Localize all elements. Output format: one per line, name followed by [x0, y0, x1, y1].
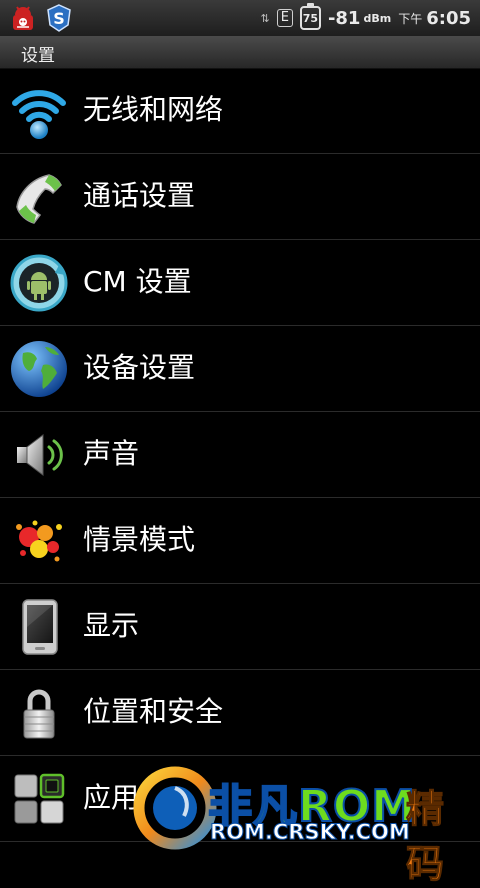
settings-item-display[interactable]: 显示 [0, 584, 480, 670]
clock-ampm: 下午 [398, 11, 423, 26]
speaker-icon [17, 434, 63, 476]
signal-unit: dBm [363, 11, 392, 25]
settings-item-call[interactable]: 通话设置 [0, 154, 480, 240]
paint-splash-icon [16, 520, 62, 562]
settings-item-label: 情景模式 [83, 523, 196, 556]
page-title: 设置 [21, 46, 55, 66]
status-bar: S ⇅ E 75 -81 dBm 下午 6:05 [0, 0, 480, 36]
title-bar: 设置 [0, 36, 480, 69]
phone-handset-icon [16, 174, 62, 224]
settings-item-sound[interactable]: 声音 [0, 412, 480, 498]
data-activity-icon: ⇅ [260, 11, 270, 25]
settings-item-label: 显示 [83, 609, 140, 642]
notification-icons: S [8, 3, 74, 33]
settings-item-profiles[interactable]: 情景模式 [0, 498, 480, 584]
svg-text:S: S [53, 9, 65, 28]
android-pirate-icon[interactable] [8, 3, 38, 33]
settings-item-label: 无线和网络 [83, 93, 224, 126]
settings-item-cm[interactable]: CM 设置 [0, 240, 480, 326]
settings-item-device[interactable]: 设备设置 [0, 326, 480, 412]
settings-item-security[interactable]: 位置和安全 [0, 670, 480, 756]
settings-item-label: 应用 [83, 781, 140, 814]
status-indicators: ⇅ E 75 -81 dBm 下午 6:05 [260, 0, 471, 36]
settings-item-applications[interactable]: 应用 [0, 756, 480, 842]
settings-item-label: 设备设置 [83, 351, 196, 384]
wifi-icon [12, 90, 66, 139]
padlock-icon [23, 689, 55, 739]
battery-icon: 75 [299, 3, 321, 30]
settings-item-label: 位置和安全 [83, 695, 224, 728]
clock: 6:05 [426, 7, 471, 29]
applications-grid-icon [14, 773, 65, 824]
settings-item-label: 声音 [83, 437, 140, 470]
s-app-icon[interactable]: S [44, 3, 74, 33]
battery-level: 75 [302, 11, 319, 25]
settings-list: 无线和网络 通话设置 CM 设置 设备设置 声音 情景模式 显示 位置和安全 应… [0, 68, 480, 842]
network-type-badge: E [276, 9, 293, 27]
settings-item-label: 通话设置 [83, 179, 196, 212]
globe-icon [11, 341, 67, 397]
settings-item-wireless[interactable]: 无线和网络 [0, 68, 480, 154]
phone-screen-icon [22, 599, 58, 655]
settings-item-label: CM 设置 [83, 265, 192, 298]
signal-strength: -81 [327, 7, 361, 29]
cyanogenmod-icon [10, 254, 68, 312]
